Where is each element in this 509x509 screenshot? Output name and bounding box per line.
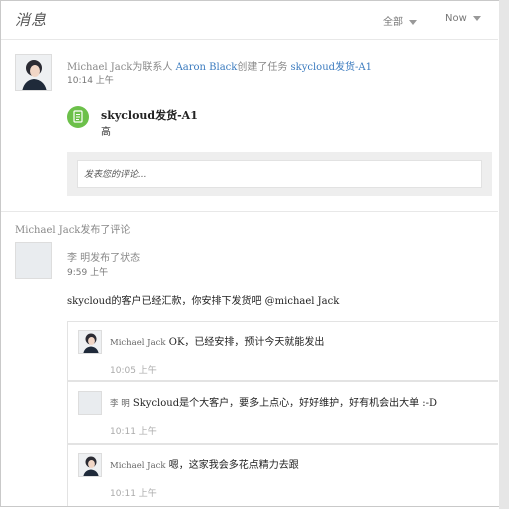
timestamp: 9:59 上午 — [67, 268, 109, 278]
user-photo-icon — [16, 55, 51, 90]
user-photo-icon — [79, 454, 101, 476]
avatar[interactable] — [78, 453, 102, 477]
reply-item: Michael Jack OK，已经安排，预计今天就能发出 10:05 上午 — [67, 321, 498, 381]
chevron-down-icon — [472, 15, 481, 21]
reply-text: Skycloud是个大客户，要多上点心，好好维护，好有机会出大单 :-D — [132, 398, 438, 409]
divider — [1, 39, 498, 40]
user-photo-icon — [79, 331, 101, 353]
reply-author[interactable]: 李 明 — [110, 399, 130, 409]
activity-text: 创建了任务 — [237, 62, 288, 73]
task-priority: 高 — [101, 127, 111, 138]
status-text: skycloud的客户已经汇款，你安排下发货吧 @michael Jack — [67, 296, 340, 307]
avatar[interactable] — [78, 330, 102, 354]
header: 消息 全部 Now — [15, 9, 485, 31]
chevron-down-icon — [409, 19, 417, 25]
contact-link[interactable]: Aaron Black — [176, 62, 238, 73]
task-icon — [67, 106, 89, 128]
scrollbar[interactable] — [499, 0, 509, 509]
reply-author[interactable]: Michael Jack — [110, 338, 166, 348]
filter-all-label: 全部 — [383, 17, 403, 28]
reply-item: 李 明 Skycloud是个大客户，要多上点心，好好维护，好有机会出大单 :-D… — [67, 381, 498, 444]
activity-text: 为联系人 — [132, 62, 173, 73]
avatar[interactable] — [78, 391, 102, 415]
timestamp: 10:11 上午 — [110, 427, 157, 437]
filter-all-dropdown[interactable]: 全部 — [383, 13, 417, 28]
reply-item: Michael Jack 嗯，这家我会多花点精力去跟 10:11 上午 — [67, 444, 498, 506]
activity-stream-window: 消息 全部 Now Michael Jack为联系人 Aaron Black创建… — [0, 0, 507, 507]
reply-text: 嗯，这家我会多花点精力去跟 — [168, 460, 299, 471]
timestamp: 10:05 上午 — [110, 366, 157, 376]
comment-input[interactable]: 发表您的评论... — [77, 160, 482, 188]
filter-time-dropdown[interactable]: Now — [445, 13, 481, 24]
task-title[interactable]: skycloud发货-A1 — [101, 107, 198, 123]
timestamp: 10:11 上午 — [110, 489, 157, 499]
reply-line: Michael Jack 嗯，这家我会多花点精力去跟 — [110, 456, 299, 471]
comment-activity-heading: Michael Jack发布了评论 — [15, 225, 131, 236]
page-title: 消息 — [15, 11, 48, 29]
avatar[interactable] — [15, 54, 52, 91]
reply-author[interactable]: Michael Jack — [110, 461, 166, 471]
avatar[interactable] — [15, 242, 52, 279]
actor-name[interactable]: Michael Jack — [67, 62, 132, 73]
divider — [1, 211, 498, 212]
reply-text: OK，已经安排，预计今天就能发出 — [168, 337, 325, 348]
timestamp: 10:14 上午 — [67, 76, 114, 86]
reply-line: Michael Jack OK，已经安排，预计今天就能发出 — [110, 333, 324, 348]
comment-box: 发表您的评论... — [67, 152, 492, 196]
task-link[interactable]: skycloud发货-A1 — [291, 62, 372, 73]
task-activity-line: Michael Jack为联系人 Aaron Black创建了任务 skyclo… — [67, 58, 372, 73]
status-author: 李 明发布了状态 — [67, 253, 141, 264]
reply-line: 李 明 Skycloud是个大客户，要多上点心，好好维护，好有机会出大单 :-D — [110, 394, 437, 409]
filter-time-label: Now — [445, 13, 467, 24]
